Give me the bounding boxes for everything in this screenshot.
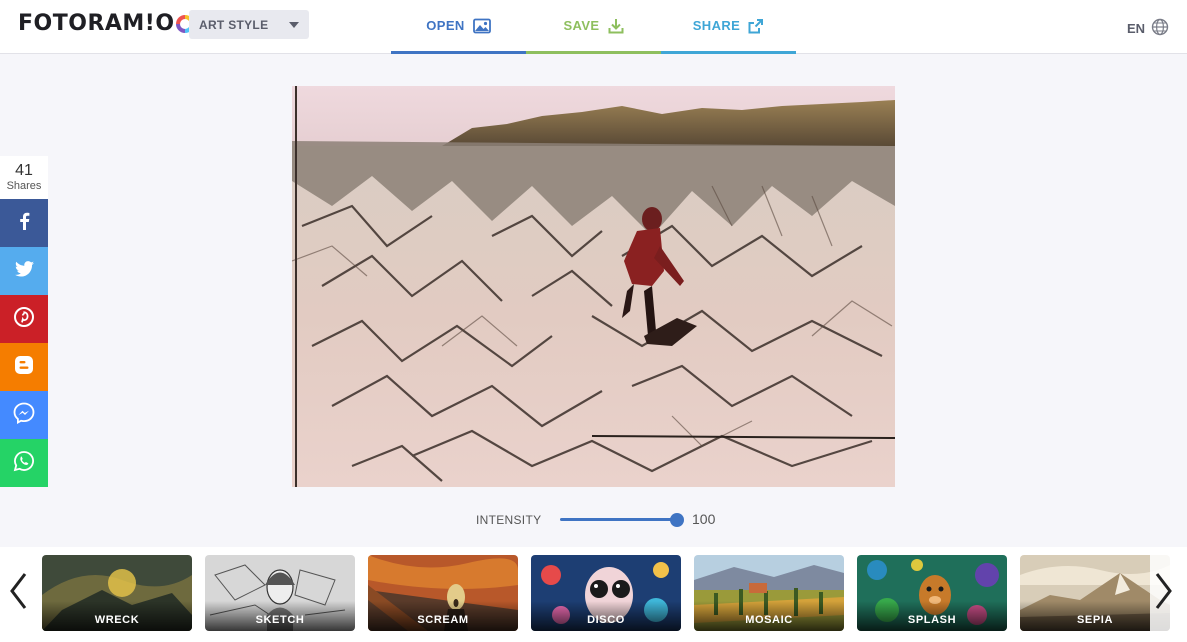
pinterest-share-button[interactable] xyxy=(0,295,48,343)
filter-thumb-mosaic[interactable]: MOSAIC xyxy=(694,555,844,631)
filter-name: SCREAM xyxy=(417,614,469,626)
messenger-share-button[interactable] xyxy=(0,391,48,439)
chevron-right-icon xyxy=(1154,571,1174,616)
language-label: EN xyxy=(1126,21,1145,36)
filter-thumb-disco[interactable]: DISCO xyxy=(531,555,681,631)
tab-share[interactable]: SHARE xyxy=(661,0,796,54)
blogger-share-button[interactable] xyxy=(0,343,48,391)
prev-filters-button[interactable] xyxy=(4,555,32,631)
globe-icon xyxy=(1151,18,1169,39)
whatsapp-icon xyxy=(13,450,35,477)
tab-save[interactable]: SAVE xyxy=(526,0,661,54)
filter-name: WRECK xyxy=(94,614,140,626)
tab-share-label: SHARE xyxy=(692,18,741,33)
filter-name: SEPIA xyxy=(1076,614,1113,626)
blogger-icon xyxy=(14,355,34,380)
share-count-number: 41 xyxy=(15,162,33,179)
facebook-share-button[interactable] xyxy=(0,199,48,247)
messenger-icon xyxy=(13,402,35,429)
twitter-share-button[interactable] xyxy=(0,247,48,295)
pinterest-icon xyxy=(14,306,34,332)
share-count: 41 Shares xyxy=(0,156,48,199)
artwork-canvas[interactable] xyxy=(292,86,895,487)
tab-save-label: SAVE xyxy=(563,18,600,33)
intensity-label: INTENSITY xyxy=(476,513,542,527)
top-header: FOTORAM!O ART STYLE OPEN SAVE SHARE EN xyxy=(0,0,1187,54)
filter-thumb-scream[interactable]: SCREAM xyxy=(368,555,518,631)
next-filters-button[interactable] xyxy=(1150,555,1178,631)
art-style-label: ART STYLE xyxy=(199,17,269,32)
facebook-icon xyxy=(18,212,30,235)
logo-text: FOTORAM!O xyxy=(18,11,175,36)
intensity-value: 100 xyxy=(692,511,716,527)
chevron-left-icon xyxy=(8,571,28,616)
whatsapp-share-button[interactable] xyxy=(0,439,48,487)
language-selector[interactable]: EN xyxy=(1127,18,1169,39)
chevron-down-icon xyxy=(289,22,299,28)
image-icon xyxy=(472,18,491,34)
share-icon xyxy=(748,18,764,34)
filter-thumb-sepia[interactable]: SEPIA xyxy=(1020,555,1170,631)
stylized-photo xyxy=(292,86,895,487)
download-icon xyxy=(608,18,624,34)
intensity-slider-track[interactable] xyxy=(560,518,678,521)
art-style-dropdown[interactable]: ART STYLE xyxy=(189,10,309,39)
fotoramio-logo[interactable]: FOTORAM!O xyxy=(18,11,194,36)
tab-open[interactable]: OPEN xyxy=(391,0,526,54)
filter-name: SPLASH xyxy=(907,614,957,626)
filter-name: SKETCH xyxy=(255,614,305,626)
filter-thumb-splash[interactable]: SPLASH xyxy=(857,555,1007,631)
intensity-slider-handle[interactable] xyxy=(670,513,684,527)
twitter-icon xyxy=(14,260,34,282)
filter-name: DISCO xyxy=(587,614,625,626)
tab-open-label: OPEN xyxy=(426,18,465,33)
filter-thumb-sketch[interactable]: SKETCH xyxy=(205,555,355,631)
filter-thumb-wreck[interactable]: WRECK xyxy=(42,555,192,631)
share-count-label: Shares xyxy=(6,180,42,192)
filter-name: MOSAIC xyxy=(745,614,793,626)
